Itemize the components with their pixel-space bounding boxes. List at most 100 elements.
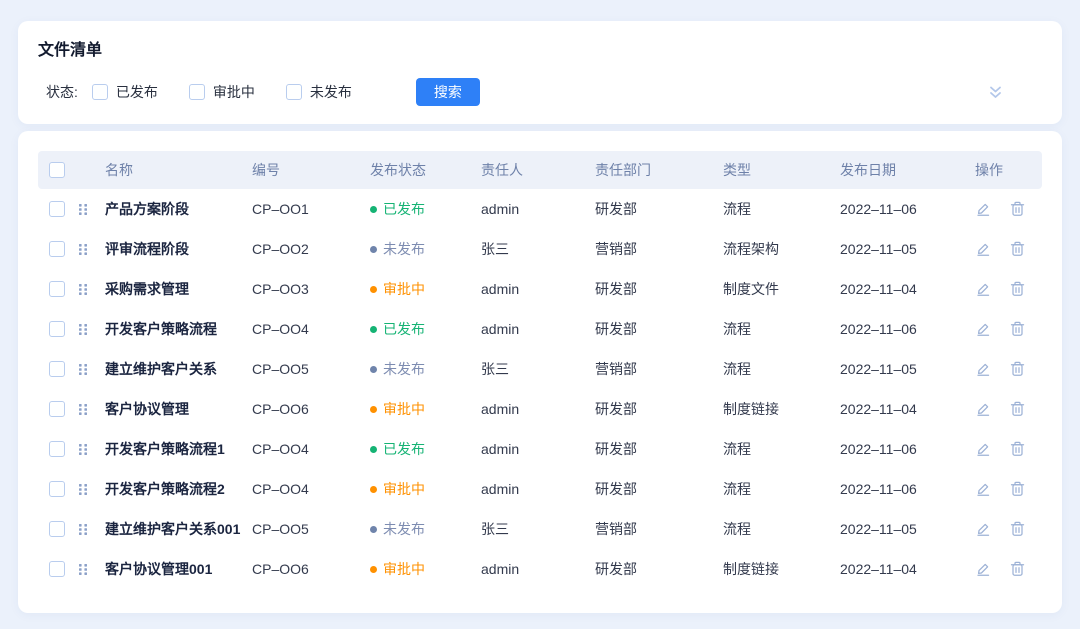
file-name: 开发客户策略流程2 (105, 479, 252, 499)
file-name: 开发客户策略流程 (105, 319, 252, 339)
file-code: CP–OO4 (252, 481, 370, 497)
file-type: 流程 (723, 439, 840, 459)
select-all-checkbox[interactable] (49, 162, 65, 178)
column-header-actions: 操作 (975, 160, 1042, 180)
status-label: 已发布 (383, 439, 425, 459)
table-row: 客户协议管理001 CP–OO6 审批中 admin 研发部 制度链接 2022… (38, 549, 1042, 589)
filter-option-pending[interactable]: 审批中 (189, 82, 255, 102)
edit-icon[interactable] (975, 401, 991, 417)
drag-handle-icon[interactable] (78, 483, 88, 496)
edit-icon[interactable] (975, 241, 991, 257)
table-row: 采购需求管理 CP–OO3 审批中 admin 研发部 制度文件 2022–11… (38, 269, 1042, 309)
department: 研发部 (595, 319, 723, 339)
delete-icon[interactable] (1010, 401, 1025, 417)
row-checkbox[interactable] (49, 561, 65, 577)
row-checkbox[interactable] (49, 241, 65, 257)
file-code: CP–OO6 (252, 561, 370, 577)
edit-icon[interactable] (975, 361, 991, 377)
edit-icon[interactable] (975, 481, 991, 497)
drag-handle-icon[interactable] (78, 323, 88, 336)
delete-icon[interactable] (1010, 241, 1025, 257)
delete-icon[interactable] (1010, 281, 1025, 297)
drag-handle-icon[interactable] (78, 203, 88, 216)
edit-icon[interactable] (975, 561, 991, 577)
edit-icon[interactable] (975, 321, 991, 337)
row-checkbox[interactable] (49, 401, 65, 417)
status-dot-icon (370, 566, 377, 573)
filter-checkbox-pending[interactable] (189, 84, 205, 100)
filter-option-unpublished[interactable]: 未发布 (286, 82, 352, 102)
delete-icon[interactable] (1010, 201, 1025, 217)
edit-icon[interactable] (975, 441, 991, 457)
row-checkbox[interactable] (49, 441, 65, 457)
drag-handle-icon[interactable] (78, 563, 88, 576)
column-header-department: 责任部门 (595, 160, 723, 180)
drag-handle-icon[interactable] (78, 283, 88, 296)
column-header-date: 发布日期 (840, 160, 975, 180)
status-label: 审批中 (383, 479, 425, 499)
edit-icon[interactable] (975, 201, 991, 217)
delete-icon[interactable] (1010, 321, 1025, 337)
file-name: 开发客户策略流程1 (105, 439, 252, 459)
status-filter-label: 状态: (38, 82, 78, 102)
file-code: CP–OO4 (252, 321, 370, 337)
status-label: 审批中 (383, 559, 425, 579)
search-button[interactable]: 搜索 (416, 78, 480, 106)
edit-icon[interactable] (975, 521, 991, 537)
row-checkbox[interactable] (49, 481, 65, 497)
publish-date: 2022–11–05 (840, 361, 975, 377)
publish-date: 2022–11–04 (840, 401, 975, 417)
publish-date: 2022–11–04 (840, 561, 975, 577)
status-dot-icon (370, 406, 377, 413)
row-checkbox[interactable] (49, 281, 65, 297)
drag-handle-icon[interactable] (78, 403, 88, 416)
row-checkbox[interactable] (49, 201, 65, 217)
delete-icon[interactable] (1010, 361, 1025, 377)
status-dot-icon (370, 326, 377, 333)
department: 营销部 (595, 519, 723, 539)
status-badge: 已发布 (370, 319, 481, 339)
filter-option-label: 未发布 (310, 82, 352, 102)
owner-name: 张三 (481, 239, 595, 259)
department: 研发部 (595, 279, 723, 299)
edit-icon[interactable] (975, 281, 991, 297)
column-header-owner: 责任人 (481, 160, 595, 180)
filter-option-published[interactable]: 已发布 (92, 82, 158, 102)
filter-checkbox-unpublished[interactable] (286, 84, 302, 100)
drag-handle-icon[interactable] (78, 443, 88, 456)
page-background: 文件清单 状态: 已发布 审批中 未发布 搜索 (0, 0, 1080, 629)
file-name: 客户协议管理001 (105, 559, 252, 579)
collapse-panel-toggle[interactable] (987, 85, 1004, 100)
row-checkbox[interactable] (49, 361, 65, 377)
file-code: CP–OO2 (252, 241, 370, 257)
row-checkbox[interactable] (49, 521, 65, 537)
owner-name: 张三 (481, 519, 595, 539)
file-code: CP–OO5 (252, 361, 370, 377)
table-header-row: 名称 编号 发布状态 责任人 责任部门 类型 发布日期 操作 (38, 151, 1042, 189)
file-name: 产品方案阶段 (105, 199, 252, 219)
file-name: 采购需求管理 (105, 279, 252, 299)
delete-icon[interactable] (1010, 521, 1025, 537)
delete-icon[interactable] (1010, 561, 1025, 577)
owner-name: 张三 (481, 359, 595, 379)
table-row: 开发客户策略流程 CP–OO4 已发布 admin 研发部 流程 2022–11… (38, 309, 1042, 349)
drag-handle-icon[interactable] (78, 243, 88, 256)
row-checkbox[interactable] (49, 321, 65, 337)
owner-name: admin (481, 561, 595, 577)
file-type: 制度链接 (723, 559, 840, 579)
owner-name: admin (481, 401, 595, 417)
delete-icon[interactable] (1010, 481, 1025, 497)
drag-handle-icon[interactable] (78, 523, 88, 536)
file-code: CP–OO6 (252, 401, 370, 417)
status-label: 未发布 (383, 359, 425, 379)
drag-handle-icon[interactable] (78, 363, 88, 376)
publish-date: 2022–11–06 (840, 321, 975, 337)
filter-checkbox-published[interactable] (92, 84, 108, 100)
status-dot-icon (370, 286, 377, 293)
status-dot-icon (370, 246, 377, 253)
file-name: 建立维护客户关系 (105, 359, 252, 379)
file-name: 客户协议管理 (105, 399, 252, 419)
table-row: 开发客户策略流程1 CP–OO4 已发布 admin 研发部 流程 2022–1… (38, 429, 1042, 469)
status-badge: 未发布 (370, 359, 481, 379)
delete-icon[interactable] (1010, 441, 1025, 457)
